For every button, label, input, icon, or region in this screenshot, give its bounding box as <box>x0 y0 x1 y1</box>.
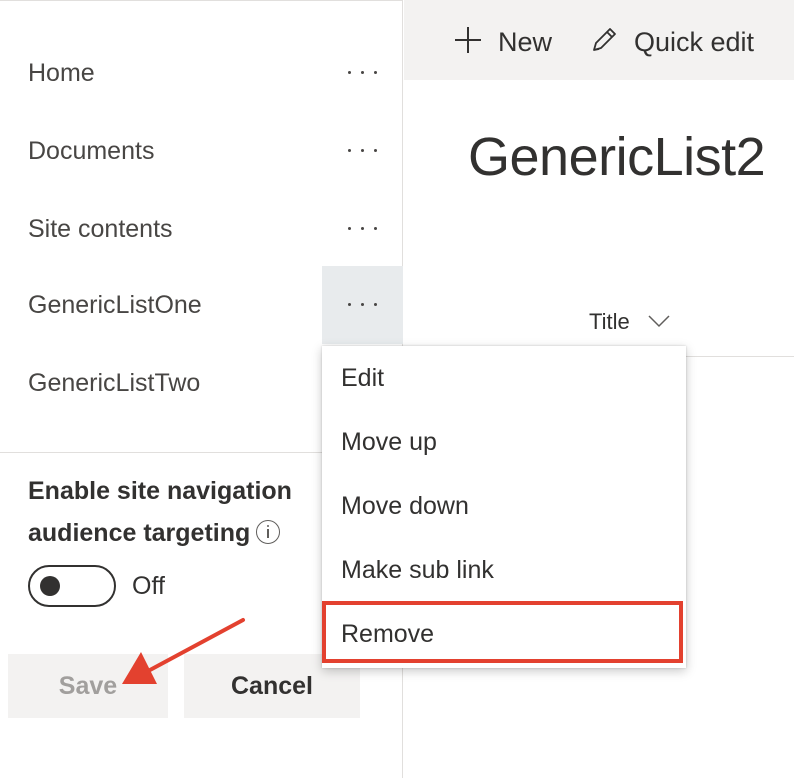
more-options-button[interactable] <box>322 34 403 112</box>
command-bar: New Quick edit <box>404 0 794 80</box>
plus-icon <box>455 27 481 53</box>
toggle-knob <box>40 576 60 596</box>
nav-item-label: Documents <box>28 137 155 165</box>
nav-item-site-contents[interactable]: Site contents <box>0 190 403 268</box>
new-label: New <box>498 27 553 57</box>
audience-targeting-title: Enable site navigation audience targetin… <box>28 470 358 554</box>
menu-item-move-up[interactable]: Move up <box>322 410 686 474</box>
more-options-icon <box>348 149 378 153</box>
menu-item-edit[interactable]: Edit <box>322 346 686 410</box>
quick-edit-label: Quick edit <box>634 27 755 57</box>
more-options-icon <box>348 303 378 307</box>
nav-item-label: Site contents <box>28 215 173 243</box>
remove-highlight-box <box>322 601 683 663</box>
list-title: GenericList2 <box>468 127 766 187</box>
quick-edit-button[interactable]: Quick edit <box>586 0 794 80</box>
more-options-button[interactable] <box>322 266 403 344</box>
info-icon[interactable] <box>256 520 281 544</box>
nav-item-label: GenericListTwo <box>28 369 201 397</box>
audience-targeting-title-line1: Enable site navigation <box>28 477 292 505</box>
menu-item-make-sub-link[interactable]: Make sub link <box>322 538 686 602</box>
nav-item-home[interactable]: Home <box>0 34 403 112</box>
audience-targeting-toggle[interactable] <box>28 565 116 607</box>
more-options-icon <box>348 227 378 231</box>
chevron-down-icon[interactable] <box>648 314 670 328</box>
audience-targeting-title-line2: audience targeting <box>28 519 251 547</box>
save-button[interactable]: Save <box>8 654 168 718</box>
column-header-title[interactable]: Title <box>589 304 630 340</box>
toggle-state-label: Off <box>132 572 165 600</box>
more-options-icon <box>348 71 378 75</box>
nav-item-label: GenericListOne <box>28 291 202 319</box>
nav-item-documents[interactable]: Documents <box>0 112 403 190</box>
more-options-button[interactable] <box>322 190 403 268</box>
more-options-button[interactable] <box>322 112 403 190</box>
nav-item-label: Home <box>28 59 95 87</box>
pencil-icon <box>593 28 616 51</box>
top-border <box>0 0 403 1</box>
menu-item-move-down[interactable]: Move down <box>322 474 686 538</box>
nav-item-genericlistone[interactable]: GenericListOne <box>0 266 403 344</box>
new-button[interactable]: New <box>448 0 560 80</box>
